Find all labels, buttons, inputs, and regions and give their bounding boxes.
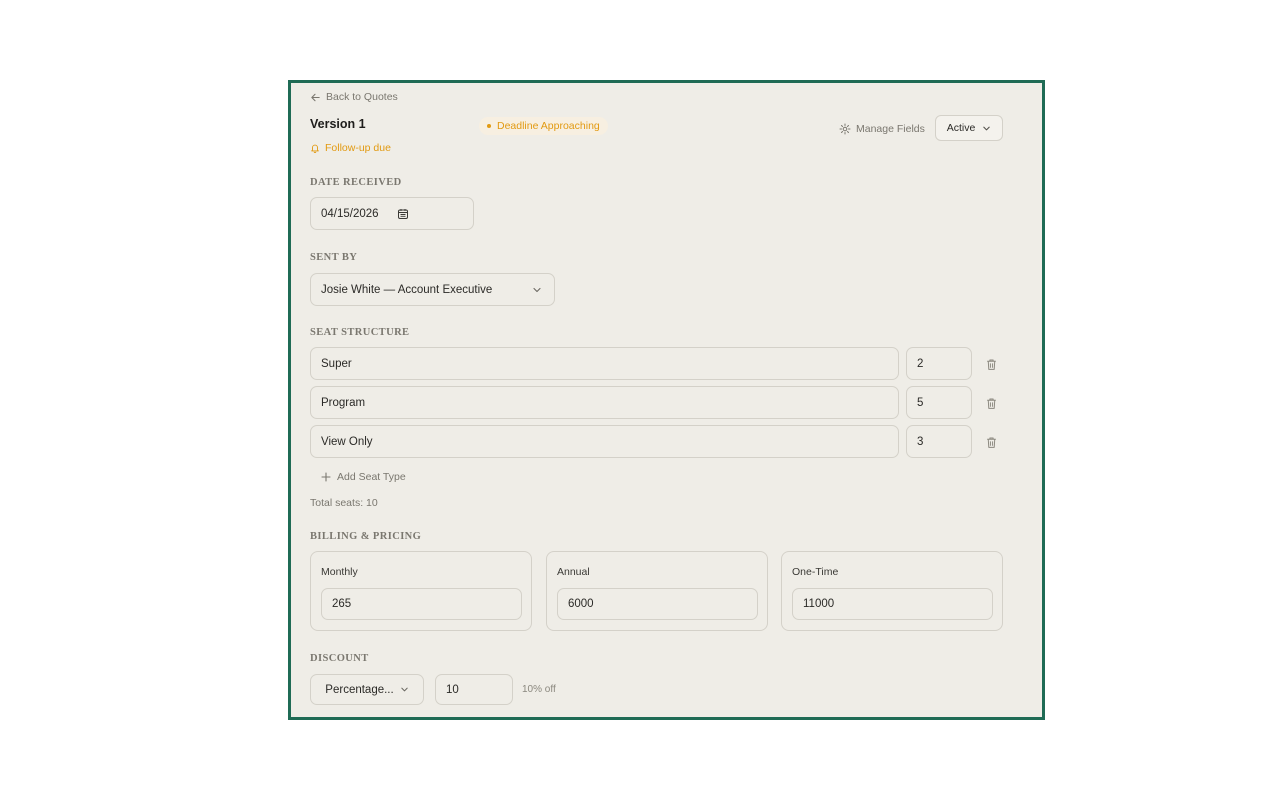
seat-structure-label: SEAT STRUCTURE: [310, 327, 410, 338]
seat-name-input[interactable]: Super: [310, 347, 899, 380]
followup-indicator: Follow-up due: [310, 142, 391, 154]
status-value: Active: [946, 122, 976, 134]
sent-by-label: SENT BY: [310, 252, 358, 263]
plus-icon: [321, 472, 331, 482]
sent-by-select[interactable]: Josie White — Account Executive: [310, 273, 555, 306]
calendar-icon[interactable]: [397, 208, 409, 220]
chevron-down-icon: [982, 124, 991, 133]
manage-fields-label: Manage Fields: [856, 123, 925, 135]
one-time-price-card: One-Time 11000: [781, 551, 1003, 631]
seat-count-input[interactable]: 3: [906, 425, 972, 458]
one-time-price-input[interactable]: 11000: [792, 588, 993, 620]
bell-icon: [310, 143, 320, 153]
followup-label: Follow-up due: [325, 142, 391, 154]
version-title: Version 1: [310, 117, 366, 131]
quote-version-panel: Back to Quotes Version 1 Deadline Approa…: [288, 80, 1045, 720]
date-value: 04/15/2026: [321, 207, 379, 220]
discount-label: DISCOUNT: [310, 653, 369, 664]
add-seat-type-label: Add Seat Type: [337, 471, 406, 483]
discount-summary-text: 10% off: [522, 684, 556, 695]
back-to-quotes-link[interactable]: Back to Quotes: [310, 91, 398, 103]
annual-price-card: Annual 6000: [546, 551, 768, 631]
deadline-badge-label: Deadline Approaching: [497, 120, 600, 132]
one-time-label: One-Time: [792, 566, 839, 578]
monthly-price-card: Monthly 265: [310, 551, 532, 631]
chevron-down-icon: [532, 285, 542, 295]
trash-icon[interactable]: [983, 434, 999, 450]
manage-fields-button[interactable]: Manage Fields: [839, 123, 925, 135]
deadline-status-badge: Deadline Approaching: [479, 117, 608, 135]
billing-pricing-label: BILLING & PRICING: [310, 531, 422, 542]
date-received-input[interactable]: 04/15/2026: [310, 197, 474, 230]
seat-name-input[interactable]: View Only: [310, 425, 899, 458]
sent-by-value: Josie White — Account Executive: [321, 283, 493, 296]
discount-amount-input[interactable]: 10: [435, 674, 513, 705]
chevron-down-icon: [400, 685, 409, 694]
trash-icon[interactable]: [983, 395, 999, 411]
seat-count-input[interactable]: 2: [906, 347, 972, 380]
trash-icon[interactable]: [983, 356, 999, 372]
discount-type-value: Percentage...: [325, 683, 394, 696]
monthly-label: Monthly: [321, 566, 358, 578]
status-dropdown[interactable]: Active: [935, 115, 1003, 141]
arrow-left-icon: [310, 92, 321, 103]
discount-type-select[interactable]: Percentage...: [310, 674, 424, 705]
back-link-label: Back to Quotes: [326, 91, 398, 103]
monthly-price-input[interactable]: 265: [321, 588, 522, 620]
gear-icon: [839, 123, 851, 135]
status-dot-icon: [487, 124, 491, 128]
total-seats-text: Total seats: 10: [310, 497, 378, 509]
seat-count-input[interactable]: 5: [906, 386, 972, 419]
annual-price-input[interactable]: 6000: [557, 588, 758, 620]
seat-name-input[interactable]: Program: [310, 386, 899, 419]
annual-label: Annual: [557, 566, 590, 578]
date-received-label: DATE RECEIVED: [310, 177, 402, 188]
add-seat-type-button[interactable]: Add Seat Type: [321, 471, 406, 483]
